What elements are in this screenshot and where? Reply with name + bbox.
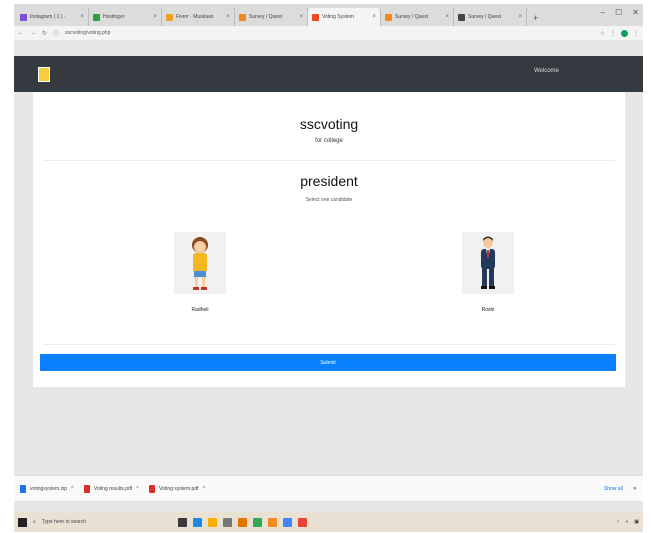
browser-tab[interactable]: Survey / Quest ×	[235, 8, 308, 26]
close-window-icon[interactable]: ✕	[632, 8, 639, 17]
tab-strip: Instagram ( 1 ) · × Hostinger × Fiverr · M…	[14, 4, 643, 26]
tab-favicon	[166, 13, 173, 21]
menu-icon[interactable]: ⋮	[633, 30, 639, 37]
taskbar-app-icon[interactable]	[207, 517, 217, 527]
address-bar: ← → ↻ ⓘ sscvoting/voting.php ☆ ⋮ ⋮	[14, 26, 643, 40]
star-icon[interactable]: ☆	[600, 30, 605, 37]
close-icon[interactable]: ✕	[633, 486, 637, 492]
wifi-icon[interactable]: ◔	[616, 519, 619, 525]
show-all-downloads-link[interactable]: Show all	[604, 486, 623, 492]
tab-favicon	[93, 13, 100, 21]
download-name: Voting system.pdf	[158, 485, 199, 492]
divider	[43, 160, 615, 161]
taskbar-app-icon[interactable]	[192, 517, 202, 527]
tab-favicon	[20, 13, 27, 21]
maximize-icon[interactable]: ☐	[615, 8, 622, 17]
site-navbar: Welcome	[14, 56, 643, 92]
candidate-photo[interactable]	[462, 232, 514, 294]
tab-label: Fiverr · Muskaan	[176, 14, 214, 20]
nav-user-link[interactable]: Welcome	[534, 68, 559, 74]
os-taskbar: ⌕ Type here to search ◔ ◖ ▣	[14, 512, 643, 532]
taskbar-app-icon[interactable]	[222, 517, 232, 527]
file-icon	[20, 484, 26, 493]
taskbar-search-input[interactable]: Type here to search	[42, 519, 172, 525]
male-candidate-icon	[481, 236, 495, 289]
candidate-name: Roshi	[481, 307, 495, 313]
browser-tab[interactable]: Hostinger ×	[89, 8, 162, 26]
windows-start-icon[interactable]	[18, 517, 27, 527]
taskbar-app-icon[interactable]	[177, 517, 187, 527]
file-icon	[83, 484, 90, 493]
download-item[interactable]: votingsystem.zip ^	[20, 484, 74, 493]
tab-label: Survey / Quest	[468, 14, 502, 20]
url-field[interactable]: sscvoting/voting.php	[65, 30, 594, 36]
close-icon[interactable]: ×	[153, 14, 157, 20]
profile-avatar[interactable]	[621, 29, 628, 37]
browser-tab[interactable]: Fiverr · Muskaan ×	[162, 8, 235, 26]
volume-icon[interactable]: ◖	[625, 519, 628, 525]
tab-label: Hostinger	[103, 14, 125, 20]
divider	[43, 344, 615, 345]
chevron-up-icon[interactable]: ^	[136, 486, 139, 492]
notification-icon[interactable]: ▣	[634, 519, 639, 525]
female-candidate-icon	[192, 237, 208, 290]
ballot-card: sscvoting for college president Select o…	[33, 92, 625, 387]
tab-label: Survey / Quest	[249, 14, 283, 20]
tab-label: Survey / Quest	[395, 14, 429, 20]
browser-window: Instagram ( 1 ) · × Hostinger × Fiverr · M…	[14, 4, 643, 512]
ballot-subtitle: for college	[315, 138, 343, 144]
search-icon[interactable]: ⌕	[33, 519, 36, 525]
taskbar-app-icon[interactable]	[282, 517, 292, 527]
file-icon	[148, 484, 155, 493]
chevron-up-icon[interactable]: ^	[71, 486, 74, 492]
tab-favicon	[458, 13, 465, 21]
close-icon[interactable]: ×	[226, 14, 230, 20]
position-hint: Select one candidate	[305, 197, 353, 203]
taskbar-app-icon[interactable]	[237, 517, 247, 527]
system-tray: ◔ ◖ ▣	[616, 519, 639, 525]
window-controls: – ☐ ✕	[601, 8, 639, 17]
extensions-icon[interactable]: ⋮	[610, 30, 616, 37]
position-heading: president	[300, 173, 358, 189]
download-name: votingsystem.zip	[30, 485, 67, 492]
taskbar-app-icon[interactable]	[252, 517, 262, 527]
browser-tab[interactable]: Instagram ( 1 ) · ×	[16, 8, 89, 26]
download-item[interactable]: Voting results.pdf ^	[83, 484, 139, 493]
minimize-icon[interactable]: –	[601, 8, 605, 17]
info-icon[interactable]: ⓘ	[53, 29, 59, 38]
browser-tab[interactable]: Survey / Quest ×	[454, 8, 527, 26]
chevron-up-icon[interactable]: ^	[202, 486, 205, 492]
candidate-name: Radheli	[191, 307, 209, 313]
download-name: Voting results.pdf	[93, 485, 133, 492]
forward-icon[interactable]: →	[30, 30, 36, 36]
tab-favicon	[385, 13, 392, 21]
tab-label: Instagram ( 1 ) ·	[30, 14, 66, 20]
download-item[interactable]: Voting system.pdf ^	[148, 484, 205, 493]
back-icon[interactable]: ←	[18, 30, 24, 36]
toolbar-icons: ☆ ⋮ ⋮	[600, 29, 639, 37]
submit-button[interactable]: Submit	[40, 354, 616, 371]
site-logo[interactable]	[38, 67, 50, 82]
close-icon[interactable]: ×	[372, 14, 376, 20]
browser-tab-active[interactable]: Voting System ×	[308, 8, 381, 26]
ballot-title: sscvoting	[299, 116, 359, 132]
tab-label: Voting System	[322, 14, 354, 20]
reload-icon[interactable]: ↻	[42, 30, 47, 37]
taskbar-app-icon[interactable]	[297, 517, 307, 527]
close-icon[interactable]: ×	[445, 14, 449, 20]
close-icon[interactable]: ×	[80, 14, 84, 20]
close-icon[interactable]: ×	[518, 14, 522, 20]
browser-tab[interactable]: Survey / Quest ×	[381, 8, 454, 26]
taskbar-app-icon[interactable]	[267, 517, 277, 527]
candidate-photo[interactable]	[174, 232, 226, 294]
tab-favicon	[312, 13, 319, 21]
close-icon[interactable]: ×	[299, 14, 303, 20]
downloads-bar: votingsystem.zip ^ Voting results.pdf ^ Vo…	[14, 475, 643, 501]
new-tab-button[interactable]: +	[527, 13, 544, 26]
tab-favicon	[239, 13, 246, 21]
